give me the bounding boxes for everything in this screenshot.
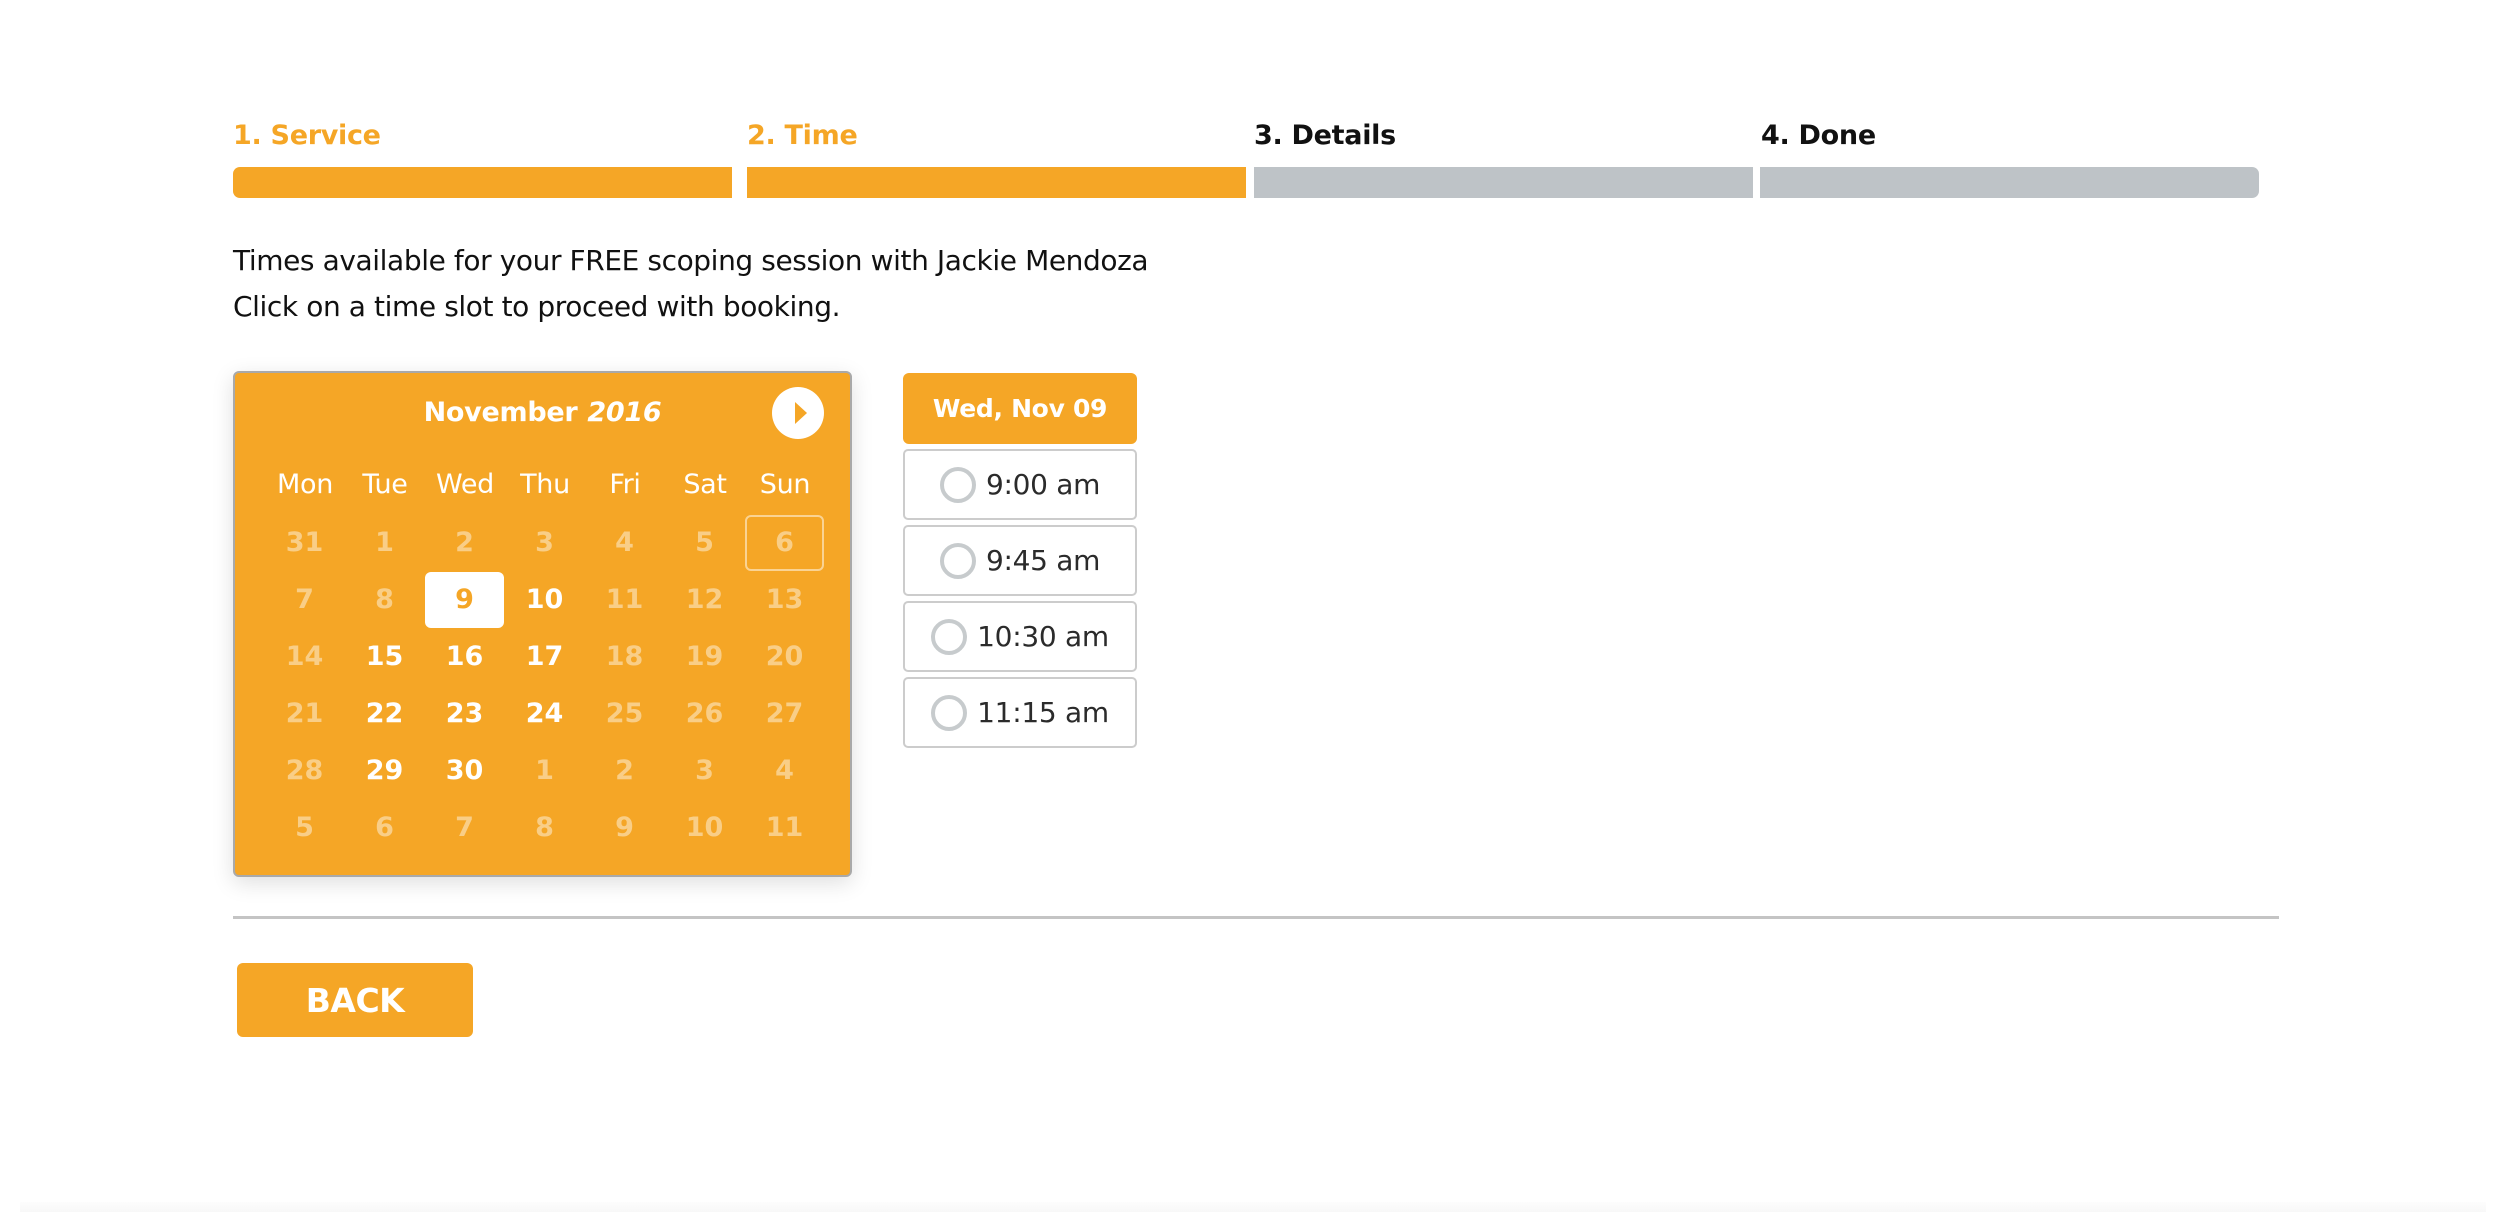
time-slot[interactable]: 9:00 am: [903, 449, 1137, 520]
time-slot-label: 9:00 am: [985, 468, 1101, 501]
calendar-day: 21: [285, 698, 324, 729]
weekday-label: Tue: [362, 469, 408, 500]
calendar-day[interactable]: 15: [345, 629, 424, 685]
calendar-day: 4: [775, 755, 794, 786]
radio-icon[interactable]: [931, 618, 968, 655]
calendar-day: 13: [765, 584, 804, 615]
calendar-day-selected[interactable]: 9: [425, 572, 504, 628]
radio-icon[interactable]: [939, 466, 976, 503]
step-label-service: 1. Service: [233, 120, 381, 151]
time-slot[interactable]: 10:30 am: [903, 601, 1137, 672]
calendar-day[interactable]: 24: [505, 686, 584, 742]
intro-text-line1: Times available for your FREE scoping se…: [233, 244, 1149, 277]
weekday-label: Sun: [759, 469, 811, 500]
weekday-label: Fri: [609, 469, 641, 500]
step-label-done: 4. Done: [1761, 120, 1876, 151]
calendar-day: 5: [295, 812, 314, 843]
chevron-right-icon: [794, 402, 807, 424]
next-month-button[interactable]: [772, 387, 824, 439]
step-bar-time: [747, 167, 1246, 198]
calendar-day[interactable]: 22: [345, 686, 424, 742]
calendar-day: 4: [615, 527, 634, 558]
weekday-label: Thu: [520, 469, 570, 500]
step-bar-service: [233, 167, 732, 198]
calendar-day: 19: [685, 641, 724, 672]
calendar-day: 12: [685, 584, 724, 615]
time-slot[interactable]: 9:45 am: [903, 525, 1137, 596]
calendar-day: 1: [375, 527, 394, 558]
step-label-time: 2. Time: [747, 120, 858, 151]
booking-page: 1. Service 2. Time 3. Details 4. Done Ti…: [0, 0, 2506, 1212]
calendar-day: 3: [695, 755, 714, 786]
calendar-day: 20: [765, 641, 804, 672]
calendar-day: 2: [615, 755, 634, 786]
time-slot-label: 10:30 am: [977, 620, 1109, 653]
calendar-day[interactable]: 23: [425, 686, 504, 742]
calendar-day: 26: [685, 698, 724, 729]
back-button[interactable]: BACK: [237, 963, 473, 1037]
weekday-label: Sat: [683, 469, 727, 500]
calendar-day: 3: [535, 527, 554, 558]
footer-shadow: [20, 1202, 2486, 1212]
time-slots-column: Wed, Nov 09 9:00 am 9:45 am 10:30 am 11:…: [903, 373, 1137, 748]
calendar-year: 2016: [587, 397, 662, 428]
calendar-day: 1: [535, 755, 554, 786]
calendar-day: 7: [295, 584, 314, 615]
step-label-details: 3. Details: [1254, 120, 1396, 151]
calendar-day: 28: [285, 755, 324, 786]
selected-date-header: Wed, Nov 09: [903, 373, 1137, 444]
calendar: November 2016 Mon Tue Wed Thu Fri Sat Sun 31 1 2 3…: [233, 371, 852, 877]
calendar-title: November 2016: [235, 397, 850, 428]
intro-text-line2: Click on a time slot to proceed with boo…: [233, 290, 841, 323]
calendar-day: 18: [605, 641, 644, 672]
calendar-day: 14: [285, 641, 324, 672]
calendar-day: 10: [685, 812, 724, 843]
calendar-day: 31: [285, 527, 324, 558]
radio-icon[interactable]: [939, 542, 976, 579]
calendar-day: 8: [375, 584, 394, 615]
radio-icon[interactable]: [931, 694, 968, 731]
step-bar-done: [1760, 167, 2259, 198]
calendar-day: 9: [615, 812, 634, 843]
calendar-day: 27: [765, 698, 804, 729]
calendar-day[interactable]: 30: [425, 743, 504, 799]
divider: [233, 916, 2279, 919]
calendar-day: 2: [455, 527, 474, 558]
time-slot-label: 11:15 am: [977, 696, 1109, 729]
calendar-day: 5: [695, 527, 714, 558]
calendar-day-today: 6: [745, 515, 824, 571]
calendar-day: 25: [605, 698, 644, 729]
calendar-day: 11: [765, 812, 804, 843]
calendar-day[interactable]: 10: [505, 572, 584, 628]
step-bar-details: [1254, 167, 1753, 198]
calendar-day[interactable]: 16: [425, 629, 504, 685]
calendar-month: November: [423, 397, 578, 428]
calendar-day[interactable]: 17: [505, 629, 584, 685]
calendar-day: 6: [375, 812, 394, 843]
weekday-label: Mon: [276, 469, 334, 500]
calendar-day: 8: [535, 812, 554, 843]
time-slot[interactable]: 11:15 am: [903, 677, 1137, 748]
time-slot-label: 9:45 am: [985, 544, 1101, 577]
calendar-day[interactable]: 29: [345, 743, 424, 799]
calendar-day: 11: [605, 584, 644, 615]
weekday-label: Wed: [436, 469, 494, 500]
calendar-day: 7: [455, 812, 474, 843]
